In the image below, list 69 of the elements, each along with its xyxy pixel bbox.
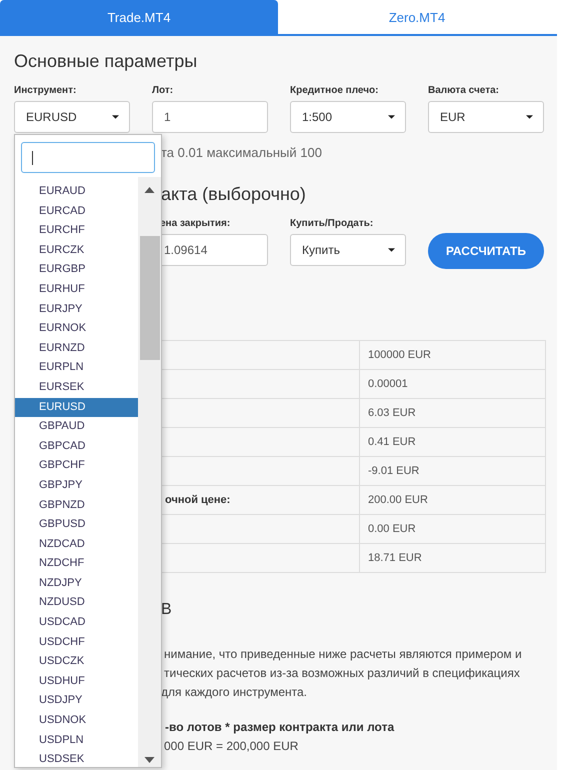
dropdown-option[interactable]: GBPUSD (15, 515, 138, 535)
tab[interactable]: Trade.MT4 (0, 0, 278, 34)
dropdown-option[interactable]: GBPNZD (15, 496, 138, 516)
select-field[interactable]: Купить (290, 234, 406, 266)
scrollbar[interactable] (138, 177, 161, 767)
hint-text: та 0.01 максимальный 100 (161, 145, 322, 161)
dropdown-option[interactable]: EURCHF (15, 221, 138, 241)
dropdown-option[interactable]: EURPLN (15, 358, 138, 378)
table-cell-text: 100000 EUR (367, 348, 431, 363)
section-heading: Основные параметры (14, 50, 198, 73)
dropdown-option[interactable]: NZDCAD (15, 534, 138, 554)
scroll-thumb[interactable] (140, 236, 160, 360)
scroll-up-icon[interactable] (144, 187, 155, 193)
formula-text: -во лотов * размер контракта или лота (165, 720, 394, 734)
dropdown-option[interactable]: NZDUSD (15, 593, 138, 614)
dropdown-option[interactable]: EURCAD (15, 202, 138, 222)
caret-icon (112, 115, 119, 119)
calculate-button[interactable]: РАССЧИТАТЬ (428, 233, 544, 269)
caret-icon (526, 115, 533, 119)
section-heading: В (161, 600, 172, 620)
field-label: Валюта счета: (428, 85, 500, 97)
table-cell-text: 0.00 EUR (367, 522, 416, 537)
dropdown-option[interactable]: EURNZD (15, 338, 138, 358)
table-cell-text: 18.71 EUR (367, 551, 422, 566)
select-field[interactable]: 1:500 (290, 101, 406, 133)
dropdown-option[interactable]: EURAUD (15, 182, 138, 202)
dropdown-option[interactable]: USDHUF (15, 672, 138, 692)
select-field[interactable]: EURUSD (14, 101, 130, 133)
text-cursor (32, 150, 33, 164)
input-field[interactable]: 1 (152, 101, 268, 133)
dropdown-option[interactable]: GBPCAD (15, 436, 138, 456)
dropdown-option[interactable]: EURCZK (15, 240, 138, 260)
table-cell-text: 200.00 EUR (367, 493, 428, 508)
table-cell-text: 0.00001 (367, 377, 408, 392)
field-label: Лот: (152, 85, 174, 97)
dropdown-option[interactable]: USDJPY (15, 691, 138, 712)
section-heading: акта (выборочно) (161, 183, 306, 206)
caret-icon (388, 248, 395, 252)
field-label: Купить/Продать: (290, 218, 374, 230)
dropdown-option[interactable]: NZDCHF (15, 554, 138, 574)
row-label: очной цене: (165, 494, 230, 506)
dropdown-option[interactable]: GBPAUD (15, 417, 138, 437)
dropdown-option[interactable]: USDCHF (15, 632, 138, 652)
dropdown-option[interactable]: EURUSD (15, 398, 138, 418)
dropdown-option[interactable]: USDSEK (15, 750, 138, 767)
paragraph-line: нимание, что приведенные ниже расчеты являются примером и (164, 646, 522, 663)
table-cell-text: 0.41 EUR (367, 435, 416, 450)
dropdown-option[interactable]: EURJPY (15, 300, 138, 320)
dropdown-option[interactable]: USDPLN (15, 730, 138, 750)
dropdown-option[interactable]: EURNOK (15, 319, 138, 339)
table-cell-text: -9.01 EUR (367, 464, 420, 479)
dropdown-option[interactable]: NZDJPY (15, 574, 138, 594)
dropdown-option[interactable]: GBPJPY (15, 476, 138, 496)
select-field[interactable]: EUR (428, 101, 544, 133)
dropdown-option[interactable]: EURGBP (15, 260, 138, 280)
dropdown-option[interactable]: USDCAD (15, 613, 138, 633)
field-label: Кредитное плечо: (290, 85, 380, 97)
dropdown-option[interactable]: USDCZK (15, 652, 138, 672)
dropdown-option[interactable]: USDNOK (15, 711, 138, 731)
dropdown-option[interactable]: EURSEK (15, 378, 138, 398)
table-cell-text: 6.03 EUR (367, 406, 416, 421)
caret-icon (388, 115, 395, 119)
paragraph-line: тических расчетов из-за возможных различий в спецификациях (164, 665, 521, 682)
dropdown-option[interactable]: EURHUF (15, 280, 138, 300)
scroll-down-icon[interactable] (144, 757, 155, 763)
search-field[interactable] (21, 142, 155, 173)
calculation-text: 000 EUR = 200,000 EUR (164, 739, 298, 753)
field-label: Инструмент: (14, 85, 78, 97)
dropdown-option[interactable]: GBPCHF (15, 456, 138, 476)
